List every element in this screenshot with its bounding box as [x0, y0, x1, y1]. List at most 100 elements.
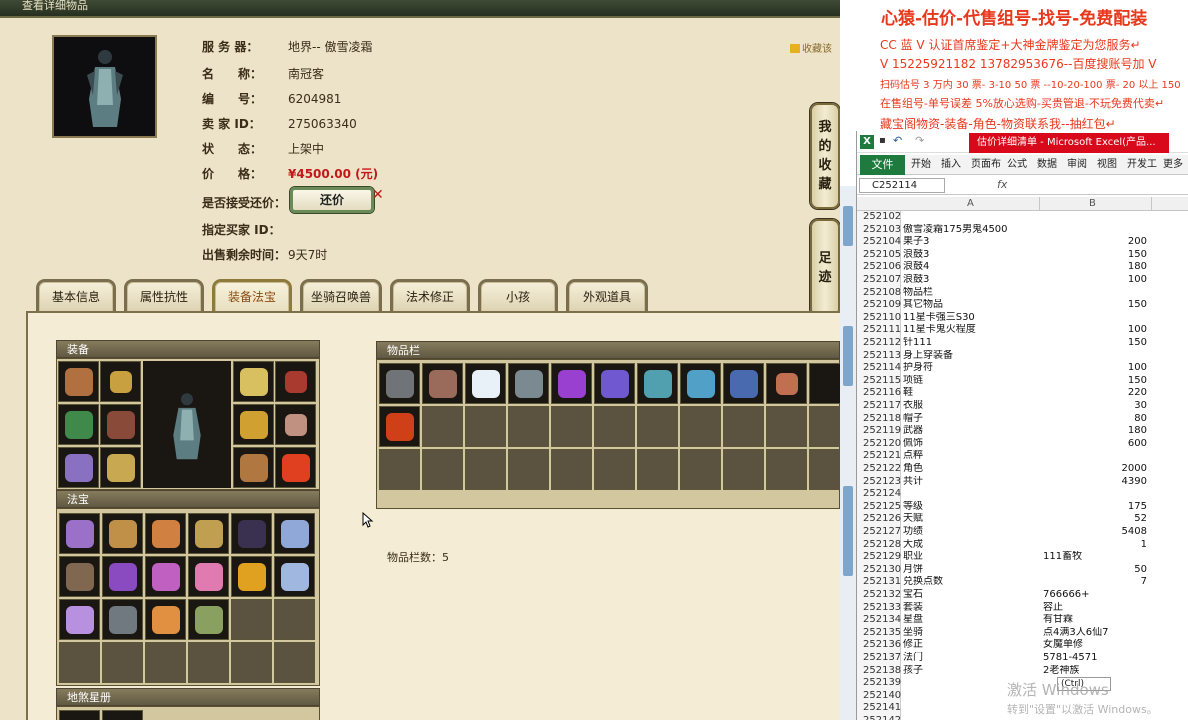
row-number[interactable]: 252127 — [857, 526, 901, 539]
equip-slot[interactable] — [58, 404, 99, 445]
redo-icon[interactable]: ↷ — [915, 134, 924, 147]
cell-a[interactable]: 护身符 — [903, 362, 1039, 375]
cell-a[interactable]: 11星卡鬼火程度 — [903, 324, 1039, 337]
cell-b[interactable]: 4390 — [1039, 476, 1149, 489]
cell-a[interactable]: 浪鼓4 — [903, 261, 1039, 274]
treasure-slot-empty[interactable] — [188, 642, 229, 683]
row-number[interactable]: 252133 — [857, 601, 901, 615]
row-number[interactable]: 252114 — [857, 362, 901, 375]
equip-slot[interactable] — [58, 447, 99, 488]
cell-b[interactable]: 52 — [1039, 513, 1149, 526]
cell-b[interactable]: 有甘霖 — [1039, 614, 1149, 627]
cell-b[interactable]: 30 — [1039, 400, 1149, 413]
my-favorites-button[interactable]: 我 的 收 藏 — [810, 103, 840, 209]
row-number[interactable]: 252142 — [857, 715, 901, 720]
row-number[interactable]: 252111 — [857, 324, 901, 337]
ribbon-tab[interactable]: 开始 — [911, 155, 931, 175]
equip-slot[interactable] — [233, 361, 274, 402]
cell-a[interactable]: 大成 — [903, 539, 1039, 552]
row-number[interactable]: 252121 — [857, 450, 901, 463]
cell-a[interactable]: 武器 — [903, 425, 1039, 438]
vertical-scrollbar[interactable] — [840, 186, 856, 720]
row-number[interactable]: 252119 — [857, 425, 901, 438]
cell-b[interactable]: 80 — [1039, 413, 1149, 426]
cell-a[interactable]: 天赋 — [903, 513, 1039, 526]
ribbon-tab[interactable]: 更多 — [1163, 155, 1183, 175]
bag-slot[interactable] — [379, 363, 420, 404]
cell-a[interactable]: 傲雪凌霜175男鬼4500 — [903, 224, 1039, 237]
bag-slot-empty[interactable] — [680, 406, 721, 447]
star-slot[interactable] — [102, 710, 143, 720]
treasure-slot[interactable] — [102, 513, 143, 554]
cell-b[interactable]: 600 — [1039, 438, 1149, 451]
scroll-thumb[interactable] — [843, 206, 853, 246]
bag-slot-empty[interactable] — [594, 406, 635, 447]
tab-basic-info[interactable]: 基本信息 — [36, 279, 116, 312]
ribbon-tab[interactable]: 公式 — [1007, 155, 1027, 175]
cell-b[interactable]: 220 — [1039, 387, 1149, 400]
bag-slot[interactable] — [766, 363, 807, 404]
row-number[interactable]: 252141 — [857, 702, 901, 715]
bag-slot[interactable] — [637, 363, 678, 404]
cell-a[interactable]: 共计 — [903, 476, 1039, 489]
bag-slot-empty[interactable] — [465, 406, 506, 447]
row-number[interactable]: 252126 — [857, 513, 901, 526]
row-number[interactable]: 252116 — [857, 387, 901, 400]
cell-b[interactable]: 7 — [1039, 576, 1149, 589]
equip-slot[interactable] — [100, 361, 141, 402]
cell-a[interactable]: 浪鼓3 — [903, 274, 1039, 287]
equip-slot[interactable] — [275, 404, 316, 445]
row-number[interactable]: 252123 — [857, 475, 901, 489]
bag-slot-empty[interactable] — [723, 406, 764, 447]
fx-icon[interactable]: fx — [997, 178, 1007, 191]
cell-b[interactable]: 2老神族 — [1039, 665, 1149, 678]
row-number[interactable]: 252104 — [857, 236, 901, 249]
row-number[interactable]: 252128 — [857, 538, 901, 552]
cell-b[interactable]: 150 — [1039, 299, 1149, 312]
treasure-slot-empty[interactable] — [102, 642, 143, 683]
cell-a[interactable]: 套装 — [903, 602, 1039, 615]
cell-a[interactable]: 佩饰 — [903, 438, 1039, 451]
tab-attributes[interactable]: 属性抗性 — [124, 279, 204, 312]
bag-slot-empty[interactable] — [637, 406, 678, 447]
undo-icon[interactable]: ↶ — [893, 134, 902, 147]
bag-slot-empty[interactable] — [551, 449, 592, 490]
history-button[interactable]: 足 迹 — [810, 219, 840, 317]
counter-offer-button[interactable]: 还价 — [290, 187, 374, 213]
row-number[interactable]: 252118 — [857, 412, 901, 426]
bag-slot[interactable] — [809, 363, 840, 404]
equip-slot[interactable] — [233, 447, 274, 488]
cell-b[interactable]: 180 — [1039, 425, 1149, 438]
cell-b[interactable]: 点4满3人6仙7 — [1039, 627, 1149, 640]
treasure-slot[interactable] — [274, 556, 315, 597]
treasure-slot-empty[interactable] — [274, 642, 315, 683]
row-number[interactable]: 252120 — [857, 437, 901, 451]
cell-b[interactable]: 180 — [1039, 261, 1149, 274]
bag-slot-empty[interactable] — [551, 406, 592, 447]
equip-slot[interactable] — [100, 447, 141, 488]
row-number[interactable]: 252125 — [857, 500, 901, 514]
bag-slot-empty[interactable] — [508, 406, 549, 447]
cell-b[interactable]: 100 — [1039, 274, 1149, 287]
equip-slot[interactable] — [233, 404, 274, 445]
scroll-thumb[interactable] — [843, 326, 853, 386]
row-number[interactable]: 252124 — [857, 488, 901, 501]
save-icon[interactable]: ▪ — [879, 135, 886, 146]
treasure-slot[interactable] — [59, 513, 100, 554]
row-number[interactable]: 252139 — [857, 677, 901, 690]
favorite-link[interactable]: 收藏该 — [790, 40, 832, 55]
treasure-slot[interactable] — [145, 556, 186, 597]
cell-a[interactable]: 修正 — [903, 639, 1039, 652]
row-number[interactable]: 252106 — [857, 261, 901, 274]
cell-a[interactable]: 孩子 — [903, 665, 1039, 678]
row-number[interactable]: 252140 — [857, 689, 901, 703]
bag-slot-empty[interactable] — [637, 449, 678, 490]
bag-slot-empty[interactable] — [680, 449, 721, 490]
cell-a[interactable]: 角色 — [903, 463, 1039, 476]
cell-a[interactable]: 功绩 — [903, 526, 1039, 539]
row-number[interactable]: 252110 — [857, 311, 901, 325]
cell-b[interactable]: 150 — [1039, 375, 1149, 388]
row-number[interactable]: 252136 — [857, 639, 901, 652]
row-number[interactable]: 252115 — [857, 374, 901, 388]
close-icon[interactable]: ✕ — [372, 187, 384, 203]
